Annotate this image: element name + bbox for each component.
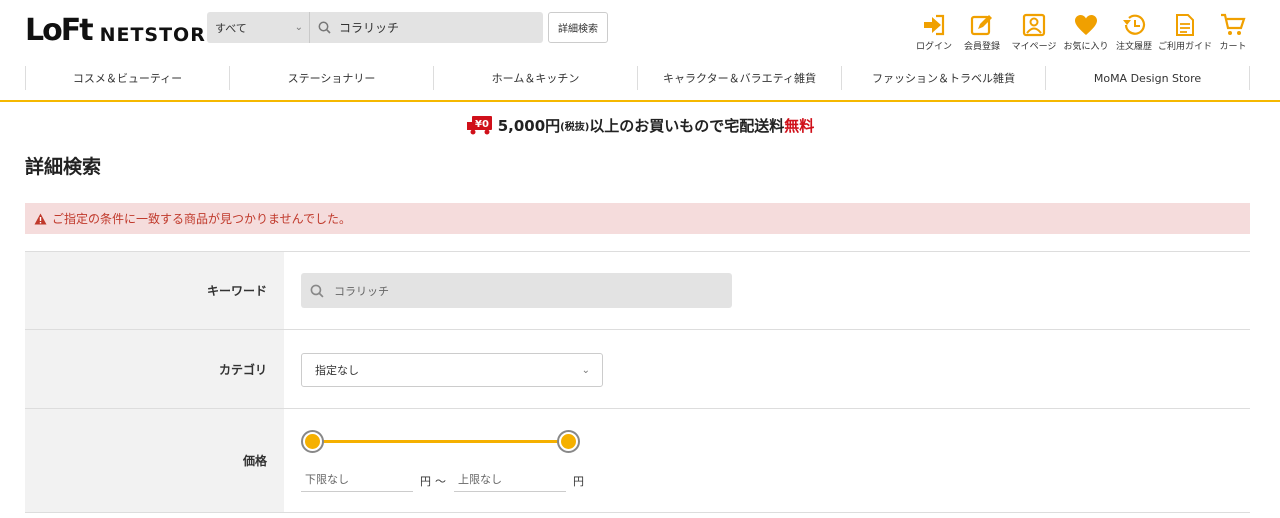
register-link[interactable]: 会員登録 (962, 12, 1002, 52)
heart-icon (1074, 12, 1098, 38)
favorites-label: お気に入り (1063, 42, 1109, 52)
search-input[interactable]: コラリッチ (310, 19, 543, 36)
shipping-banner[interactable]: ¥0 5,000円 (税抜) 以上のお買いもので宅配送料 無料 (0, 113, 1280, 137)
chevron-down-icon: ⌄ (294, 22, 303, 33)
logo-sub: NETSTORE (99, 24, 220, 46)
category-row: カテゴリ 指定なし ⌄ (25, 330, 1250, 409)
guide-link[interactable]: ご利用ガイド (1157, 12, 1213, 52)
site-logo[interactable]: LoFt NETSTORE (25, 13, 220, 48)
category-label: カテゴリ (25, 330, 284, 408)
search-scope-select[interactable]: すべて ⌄ (207, 12, 310, 43)
advanced-search-form: キーワード コラリッチ カテゴリ 指定なし ⌄ 価格 下限なし 円 〜 上限なし… (25, 251, 1250, 513)
price-slider-min-handle[interactable] (301, 430, 324, 453)
keyword-label: キーワード (25, 252, 284, 329)
price-row: 価格 下限なし 円 〜 上限なし 円 (25, 409, 1250, 513)
cart-icon (1220, 12, 1246, 38)
order-history-label: 注文履歴 (1115, 42, 1152, 52)
login-label: ログイン (915, 42, 952, 52)
yen-label-min: 円 (420, 475, 431, 488)
alert-text: ご指定の条件に一致する商品が見つかりませんでした。 (52, 212, 352, 226)
nav-item-fashion[interactable]: ファッション＆トラベル雑貨 (841, 66, 1045, 90)
nav-item-cosme[interactable]: コスメ＆ビューティー (25, 66, 229, 90)
banner-free: 無料 (784, 116, 815, 135)
nav-item-character[interactable]: キャラクター＆バラエティ雑貨 (637, 66, 841, 90)
banner-text: 以上のお買いもので宅配送料 (589, 116, 785, 135)
search-input-value: コラリッチ (339, 21, 400, 35)
order-history-link[interactable]: 注文履歴 (1114, 12, 1154, 52)
no-results-alert: ご指定の条件に一致する商品が見つかりませんでした。 (25, 203, 1250, 234)
price-min-input[interactable]: 下限なし (301, 466, 413, 492)
login-icon (922, 12, 946, 38)
guide-label: ご利用ガイド (1157, 42, 1212, 52)
site-header: LoFt NETSTORE すべて ⌄ コラリッチ 詳細検索 ログイン 会員登録… (0, 0, 1280, 58)
nav-item-moma[interactable]: MoMA Design Store (1045, 66, 1250, 90)
price-slider-max-handle[interactable] (557, 430, 580, 453)
mypage-icon (1022, 12, 1046, 38)
warning-icon (34, 213, 47, 224)
chevron-down-icon: ⌄ (581, 364, 590, 376)
price-max-input[interactable]: 上限なし (454, 466, 566, 492)
tilde-label: 〜 (435, 475, 446, 488)
category-nav: コスメ＆ビューティー ステーショナリー ホーム＆キッチン キャラクター＆バラエテ… (0, 58, 1280, 102)
logo-main: LoFt (25, 13, 94, 48)
yen-label-max: 円 (573, 475, 584, 488)
search-icon (310, 284, 324, 298)
register-icon (970, 12, 994, 38)
mypage-label: マイページ (1011, 42, 1057, 52)
favorites-link[interactable]: お気に入り (1062, 12, 1110, 52)
search-scope-value: すべて (215, 21, 247, 35)
banner-tax: (税抜) (560, 121, 590, 133)
search-icon (318, 21, 331, 34)
cart-link[interactable]: カート (1217, 12, 1249, 52)
header-search: すべて ⌄ コラリッチ (207, 12, 543, 43)
nav-item-stationery[interactable]: ステーショナリー (229, 66, 433, 90)
advanced-search-button[interactable]: 詳細検索 (548, 12, 608, 43)
nav-item-home-kitchen[interactable]: ホーム＆キッチン (433, 66, 637, 90)
guide-icon (1175, 12, 1195, 38)
category-value: 指定なし (315, 364, 359, 377)
mypage-link[interactable]: マイページ (1010, 12, 1058, 52)
login-link[interactable]: ログイン (915, 12, 953, 52)
keyword-input[interactable]: コラリッチ (301, 273, 732, 308)
page-title: 詳細検索 (25, 156, 102, 178)
keyword-value: コラリッチ (334, 284, 389, 298)
cart-label: カート (1219, 42, 1247, 52)
category-select[interactable]: 指定なし ⌄ (301, 353, 603, 387)
price-slider-track[interactable] (313, 440, 569, 443)
keyword-row: キーワード コラリッチ (25, 252, 1250, 330)
truck-text: ¥0 (475, 119, 489, 130)
banner-amount: 5,000円 (497, 116, 561, 135)
price-label: 価格 (25, 409, 284, 512)
register-label: 会員登録 (963, 42, 1000, 52)
truck-icon: ¥0 (466, 116, 492, 135)
history-icon (1121, 12, 1147, 38)
